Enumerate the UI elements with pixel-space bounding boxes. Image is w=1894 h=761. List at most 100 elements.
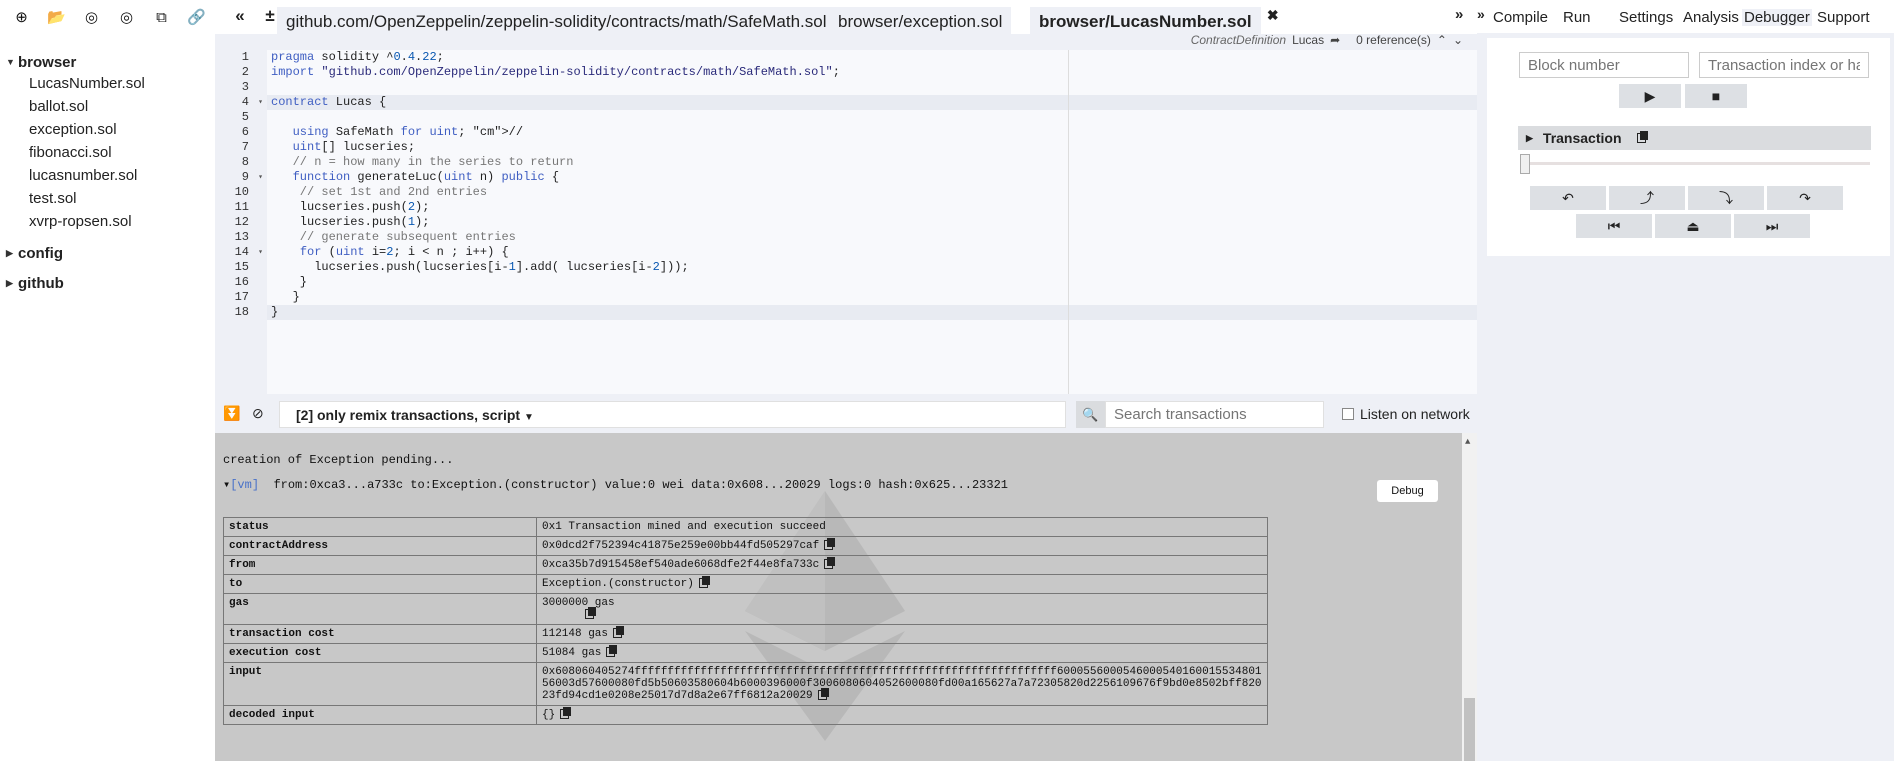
detail-key: decoded input [223, 705, 537, 725]
step-back-button[interactable]: ↶ [1530, 186, 1606, 210]
code-line[interactable]: } [267, 305, 1477, 320]
tab-exception[interactable]: browser/exception.sol [829, 7, 1012, 34]
slider-knob[interactable] [1520, 154, 1530, 174]
copy-icon[interactable] [560, 707, 572, 720]
step-forward-button[interactable]: ↷ [1767, 186, 1843, 210]
code-line[interactable]: uint[] lucseries; [267, 140, 1477, 155]
code-line[interactable]: // set 1st and 2nd entries [267, 185, 1477, 200]
copy-icon[interactable] [817, 688, 829, 701]
code-line[interactable]: for (uint i=2; i < n ; i++) { [267, 245, 1477, 260]
right-panel: » Compile Run Settings Analysis Debugger… [1477, 0, 1894, 761]
code-line[interactable]: } [267, 290, 1477, 305]
file-item[interactable]: lucasnumber.sol [6, 164, 211, 187]
scroll-up-icon[interactable]: ▲ [1465, 437, 1470, 447]
tab-settings[interactable]: Settings [1619, 9, 1673, 26]
tab-support[interactable]: Support [1817, 9, 1870, 26]
copy-icon[interactable]: ⧉ [144, 6, 179, 28]
listen-label: Listen on network [1360, 406, 1470, 422]
chevron-down-icon[interactable]: ⌄ [1453, 33, 1463, 47]
tab-compile[interactable]: Compile [1493, 9, 1548, 26]
stop-debug-button[interactable]: ■ [1685, 84, 1747, 108]
code-line[interactable]: // generate subsequent entries [267, 230, 1477, 245]
search-icon[interactable]: 🔍 [1076, 401, 1105, 428]
file-item[interactable]: exception.sol [6, 118, 211, 141]
chevron-up-icon[interactable]: ⌃ [1437, 33, 1447, 47]
step-slider[interactable] [1520, 154, 1870, 174]
folder-config[interactable]: ▶ config [6, 243, 211, 263]
copy-icon[interactable] [585, 607, 596, 620]
jump-out-button[interactable]: ⏏ [1655, 214, 1731, 238]
code-line[interactable]: pragma solidity ^0.4.22; [267, 50, 1477, 65]
line-number: 2 [241, 65, 249, 79]
file-item[interactable]: ballot.sol [6, 95, 211, 118]
file-item[interactable]: test.sol [6, 187, 211, 210]
copy-icon[interactable] [698, 576, 710, 589]
code-line[interactable]: using SafeMath for uint; "cm">// [267, 125, 1477, 140]
right-panel-tabs: » Compile Run Settings Analysis Debugger… [1477, 0, 1894, 33]
copy-icon[interactable] [824, 538, 836, 551]
file-item[interactable]: LucasNumber.sol [6, 72, 211, 95]
expand-right-icon[interactable]: » [1455, 6, 1463, 23]
debug-button[interactable]: Debug [1377, 480, 1438, 502]
transaction-panel-header[interactable]: ▶ Transaction [1518, 126, 1871, 150]
copy-icon[interactable] [1636, 131, 1648, 143]
code-editor[interactable]: pragma solidity ^0.4.22; import "github.c… [267, 50, 1477, 394]
github-icon[interactable]: ◎ [74, 6, 109, 28]
code-line[interactable]: function generateLuc(uint n) public { [267, 170, 1477, 185]
code-line[interactable]: import "github.com/OpenZeppelin/zeppelin… [267, 65, 1477, 80]
code-line[interactable]: } [267, 275, 1477, 290]
listen-checkbox[interactable] [1342, 408, 1354, 420]
search-input[interactable] [1105, 401, 1324, 428]
collapse-left-icon[interactable]: « [225, 6, 255, 26]
code-line[interactable]: lucseries.push(2); [267, 200, 1477, 215]
transaction-label: Transaction [1542, 130, 1622, 146]
copy-icon[interactable] [606, 645, 618, 658]
file-item[interactable]: xvrp-ropsen.sol [6, 210, 211, 233]
folder-browser[interactable]: ▼ browser [6, 52, 211, 72]
code-line[interactable] [267, 110, 1477, 125]
close-icon[interactable]: ✖ [1267, 7, 1279, 24]
start-debug-button[interactable]: ▶ [1619, 84, 1681, 108]
collapse-terminal-icon[interactable]: ⏬ [223, 405, 240, 422]
file-explorer-toolbar: ⊕ 📂 ◎ ◎ ⧉ 🔗 [4, 6, 214, 28]
add-file-icon[interactable]: ⊕ [4, 6, 39, 28]
collapse-right-icon[interactable]: » [1477, 6, 1485, 22]
fold-caret-icon[interactable]: ▾ [258, 245, 263, 260]
terminal-scrollbar[interactable]: ▲ [1462, 433, 1477, 761]
tab-debugger[interactable]: Debugger [1742, 9, 1812, 26]
step-into-button[interactable]: ⤵ [1688, 186, 1764, 210]
code-line[interactable]: lucseries.push(1); [267, 215, 1477, 230]
step-out-back-button[interactable]: ⤴ [1609, 186, 1685, 210]
code-line[interactable]: contract Lucas { [267, 95, 1477, 110]
file-item[interactable]: fibonacci.sol [6, 141, 211, 164]
tab-lucasnumber[interactable]: browser/LucasNumber.sol ✖ [1030, 7, 1279, 34]
line-number: 16 [234, 275, 249, 289]
tab-safemath[interactable]: github.com/OpenZeppelin/zeppelin-solidit… [277, 7, 836, 34]
listen-on-network[interactable]: Listen on network [1342, 406, 1470, 422]
code-line[interactable]: lucseries.push(lucseries[i-1].add( lucse… [267, 260, 1477, 275]
scroll-thumb[interactable] [1464, 698, 1475, 761]
gist-icon[interactable]: ◎ [109, 6, 144, 28]
editor-area: « ± github.com/OpenZeppelin/zeppelin-sol… [215, 0, 1477, 761]
copy-icon[interactable] [824, 557, 836, 570]
transaction-input[interactable] [1699, 52, 1869, 78]
detail-row: from 0xca35b7d915458ef540ade6068dfe2f44e8… [223, 555, 1268, 575]
fold-caret-icon[interactable]: ▾ [258, 95, 263, 110]
tab-run[interactable]: Run [1563, 9, 1591, 26]
block-number-input[interactable] [1519, 52, 1689, 78]
goto-definition-icon[interactable]: ➦ [1330, 33, 1340, 47]
transaction-filter-dropdown[interactable]: [2] only remix transactions, script ▼ [279, 401, 1066, 428]
jump-previous-breakpoint-button[interactable]: ⏮ [1576, 214, 1652, 238]
fold-caret-icon[interactable]: ▾ [258, 170, 263, 185]
link-icon[interactable]: 🔗 [179, 6, 214, 28]
jump-next-breakpoint-button[interactable]: ⏭ [1734, 214, 1810, 238]
code-line[interactable]: // n = how many in the series to return [267, 155, 1477, 170]
folder-github[interactable]: ▶ github [6, 273, 211, 293]
transaction-summary[interactable]: ▾[vm] from:0xca3...a733c to:Exception.(c… [223, 477, 1008, 492]
open-folder-icon[interactable]: 📂 [39, 6, 74, 28]
copy-icon[interactable] [613, 626, 625, 639]
tab-analysis[interactable]: Analysis [1683, 9, 1739, 26]
step-into-icon: ⤵ [1719, 190, 1733, 206]
code-line[interactable] [267, 80, 1477, 95]
clear-terminal-icon[interactable]: ⊘ [252, 405, 264, 422]
